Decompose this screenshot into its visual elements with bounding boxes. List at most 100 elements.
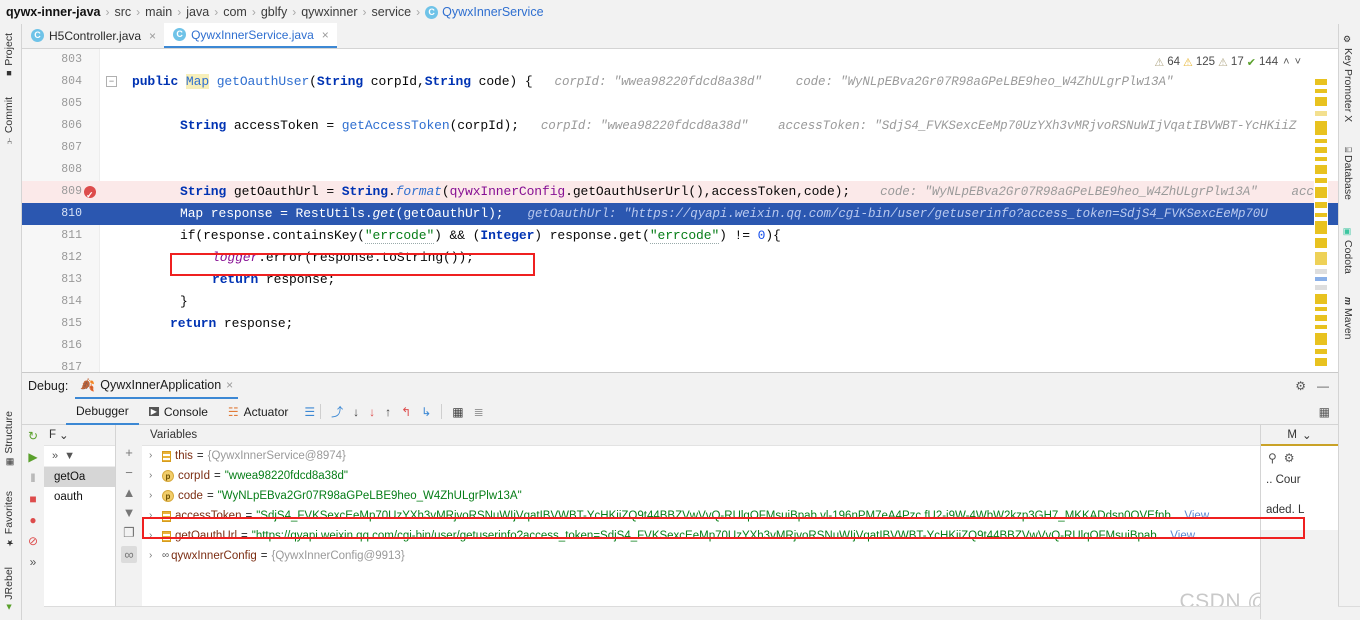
- sidebar-item-structure[interactable]: ▦ Structure: [3, 406, 15, 472]
- expand-arrow-icon[interactable]: ›: [149, 546, 158, 566]
- code-line[interactable]: 815 return response;: [22, 313, 1338, 335]
- frames-thread-selector[interactable]: » ▼: [44, 446, 115, 467]
- copy-icon[interactable]: ❐: [123, 526, 135, 539]
- gear-icon[interactable]: ⚙: [1284, 451, 1295, 465]
- sidebar-item-commit[interactable]: ⑂ Commit: [3, 92, 15, 150]
- frames-header[interactable]: F ⌄: [44, 425, 115, 446]
- settings-gear-icon[interactable]: ⚙: [1295, 379, 1306, 393]
- fold-marker-icon[interactable]: −: [106, 76, 117, 87]
- variable-row-accesstoken[interactable]: › accessToken = "SdjS4_FVKSexcEeMp70UzYX…: [142, 506, 1338, 526]
- move-up-icon[interactable]: ▲: [123, 486, 136, 499]
- view-link[interactable]: View: [1170, 526, 1195, 546]
- breadcrumb-item-main[interactable]: main: [145, 5, 172, 19]
- code-line[interactable]: 814 }: [22, 291, 1338, 313]
- code-line[interactable]: 805: [22, 93, 1338, 115]
- step-into-icon[interactable]: ↓: [353, 405, 359, 419]
- breadcrumb-item-qywxinner[interactable]: qywxinner: [301, 5, 357, 19]
- debug-layout-settings-icon[interactable]: ▦: [1319, 405, 1330, 419]
- expand-arrow-icon[interactable]: ›: [149, 506, 158, 526]
- sidebar-item-key-promoter[interactable]: ⚙ Key Promoter X: [1342, 30, 1354, 127]
- breadcrumb-item-gblfy[interactable]: gblfy: [261, 5, 287, 19]
- move-down-icon[interactable]: ▼: [123, 506, 136, 519]
- tab-actuator[interactable]: ☵ Actuator: [218, 399, 298, 425]
- tab-qywxinnerservice[interactable]: C QywxInnerService.java ×: [164, 23, 337, 48]
- sidebar-item-favorites[interactable]: ★ Favorites: [3, 486, 15, 552]
- settings-list-icon[interactable]: ≣: [474, 405, 484, 419]
- view-link[interactable]: View: [1184, 506, 1209, 526]
- tab-debugger[interactable]: Debugger: [66, 399, 139, 425]
- debug-side-row[interactable]: .. Cour: [1261, 470, 1338, 490]
- sidebar-item-project[interactable]: ■ Project: [3, 28, 15, 84]
- code-line[interactable]: 808: [22, 159, 1338, 181]
- pause-icon[interactable]: ‖: [31, 472, 36, 484]
- breadcrumb-item-src[interactable]: src: [114, 5, 131, 19]
- sidebar-item-jrebel[interactable]: ▲ JRebel: [3, 562, 15, 618]
- resume-icon[interactable]: ▶: [28, 451, 37, 463]
- sidebar-item-maven[interactable]: m Maven: [1342, 292, 1354, 345]
- chevron-down-icon[interactable]: ⌄: [59, 428, 69, 442]
- breadcrumb-item-java[interactable]: java: [186, 5, 209, 19]
- expand-arrow-icon[interactable]: ›: [149, 486, 158, 506]
- object-icon: [162, 510, 171, 522]
- variable-row-qywxinnerconfig[interactable]: › ∞ qywxInnerConfig = {QywxInnerConfig@9…: [142, 546, 1338, 566]
- rerun-icon[interactable]: ↻: [28, 430, 38, 442]
- code-line[interactable]: 811 if(response.containsKey("errcode") &…: [22, 225, 1338, 247]
- more-icon[interactable]: »: [30, 556, 37, 568]
- inspection-widget[interactable]: ⚠ 64 ⚠ 125 ⚠ 17 ✔ 144 ˄ ˅: [1151, 53, 1304, 71]
- code-line[interactable]: 816: [22, 335, 1338, 357]
- breadcrumb-item-project[interactable]: qywx-inner-java: [6, 5, 100, 19]
- code-editor[interactable]: 803 804 − public Map getOauthUser(String…: [22, 49, 1338, 372]
- sidebar-item-codota[interactable]: ▣ Codota: [1342, 222, 1354, 279]
- minimize-icon[interactable]: —: [1317, 379, 1329, 393]
- code-line[interactable]: 803: [22, 49, 1338, 71]
- close-icon[interactable]: ×: [322, 28, 329, 42]
- code-line[interactable]: 807: [22, 137, 1338, 159]
- step-over-icon[interactable]: ⤴: [331, 403, 343, 420]
- variables-panel[interactable]: Variables › this = {QywxInnerService@897…: [142, 425, 1338, 619]
- force-step-into-icon[interactable]: ↓: [369, 405, 375, 419]
- code-line[interactable]: 817: [22, 357, 1338, 372]
- layout-icon[interactable]: ☰: [304, 405, 315, 419]
- variable-row-code[interactable]: › p code = "WyNLpEBva2Gr07R98aGPeLBE9heo…: [142, 486, 1338, 506]
- chevron-down-icon[interactable]: ▼: [64, 450, 75, 462]
- add-watch-icon[interactable]: +: [125, 446, 133, 459]
- breadcrumb-item-service[interactable]: service: [372, 5, 412, 19]
- frame-item[interactable]: oauth: [44, 487, 115, 507]
- drop-frame-icon[interactable]: ↰: [401, 405, 411, 419]
- variable-row-this[interactable]: › this = {QywxInnerService@8974}: [142, 446, 1338, 466]
- breadcrumb-item-com[interactable]: com: [223, 5, 247, 19]
- tab-h5controller[interactable]: C H5Controller.java ×: [22, 23, 164, 48]
- run-to-cursor-icon[interactable]: ↳: [421, 405, 431, 419]
- expand-arrow-icon[interactable]: ›: [149, 526, 158, 546]
- code-line-current[interactable]: 810 Map response = RestUtils.get(getOaut…: [22, 203, 1338, 225]
- variable-row-corpid[interactable]: › p corpId = "wwea98220fdcd8a38d": [142, 466, 1338, 486]
- tab-console[interactable]: ▶ Console: [139, 399, 218, 425]
- error-stripe[interactable]: [1314, 71, 1328, 372]
- stop-icon[interactable]: ■: [29, 493, 36, 505]
- mute-breakpoints-icon[interactable]: ⊘: [28, 535, 38, 547]
- debug-side-header[interactable]: M ⌄: [1261, 425, 1338, 446]
- more-icon[interactable]: »: [52, 450, 58, 462]
- breakpoint-icon[interactable]: [84, 184, 96, 206]
- code-line-breakpoint[interactable]: 809 String getOauthUrl = String.format(q…: [22, 181, 1338, 206]
- next-problem-button[interactable]: ˅: [1295, 56, 1301, 68]
- watches-icon[interactable]: ∞: [121, 546, 137, 563]
- remove-watch-icon[interactable]: −: [125, 466, 133, 479]
- breadcrumb-item-class[interactable]: C QywxInnerService: [425, 5, 544, 19]
- expand-arrow-icon[interactable]: ›: [149, 466, 158, 486]
- search-icon[interactable]: ⚲: [1268, 451, 1277, 465]
- sidebar-item-database[interactable]: ⌸ Database: [1342, 142, 1354, 205]
- debug-run-config-tab[interactable]: 🍂 QywxInnerApplication ×: [75, 373, 239, 399]
- code-line[interactable]: 804 − public Map getOauthUser(String cor…: [22, 71, 1338, 93]
- code-line[interactable]: 806 String accessToken = getAccessToken(…: [22, 115, 1338, 137]
- close-icon[interactable]: ×: [226, 378, 233, 392]
- frame-item[interactable]: getOa: [44, 467, 115, 487]
- variable-row-getoauthurl[interactable]: › getOauthUrl = "https://qyapi.weixin.qq…: [142, 526, 1338, 546]
- expand-arrow-icon[interactable]: ›: [149, 446, 158, 466]
- step-out-icon[interactable]: ↑: [385, 405, 391, 419]
- view-breakpoints-icon[interactable]: ●: [29, 514, 36, 526]
- chevron-down-icon[interactable]: ⌄: [1302, 428, 1312, 442]
- close-icon[interactable]: ×: [149, 29, 156, 43]
- evaluate-icon[interactable]: ▦: [452, 405, 463, 419]
- prev-problem-button[interactable]: ˄: [1283, 56, 1289, 68]
